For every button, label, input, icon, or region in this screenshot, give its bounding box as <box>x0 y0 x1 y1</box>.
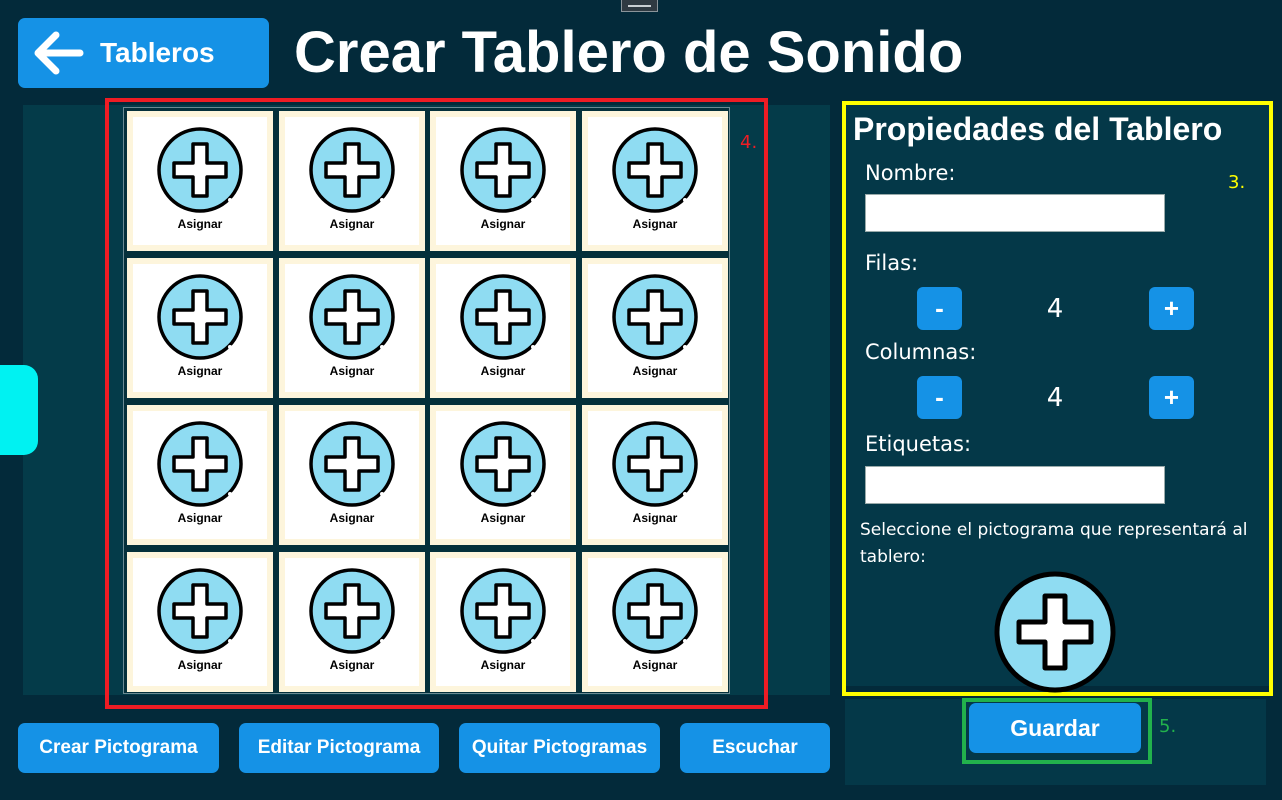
rows-label: Filas: <box>865 251 919 275</box>
back-to-boards-button[interactable]: Tableros <box>18 18 269 88</box>
tags-label: Etiquetas: <box>865 432 972 456</box>
columns-label: Columnas: <box>865 340 977 364</box>
tags-input[interactable] <box>865 466 1165 504</box>
page-title: Crear Tablero de Sonido <box>294 20 964 85</box>
columns-increment-button[interactable]: + <box>1149 376 1194 419</box>
annotation-box-board <box>105 98 768 709</box>
create-pictogram-button[interactable]: Crear Pictograma <box>18 723 219 773</box>
side-panel-toggle[interactable] <box>0 365 38 455</box>
remove-pictograms-button[interactable]: Quitar Pictogramas <box>459 723 660 773</box>
rows-decrement-button[interactable]: - <box>917 287 962 330</box>
listen-button[interactable]: Escuchar <box>680 723 830 773</box>
columns-value: 4 <box>1046 383 1064 413</box>
arrow-left-icon <box>34 31 84 75</box>
pictogram-hint: Seleccione el pictograma que representar… <box>860 520 1248 567</box>
board-pictogram-add-icon[interactable] <box>993 570 1117 694</box>
rows-value: 4 <box>1046 294 1064 324</box>
annotation-label-board: 4. <box>740 132 758 153</box>
back-button-label: Tableros <box>100 37 215 68</box>
edit-pictogram-button[interactable]: Editar Pictograma <box>239 723 439 773</box>
annotation-label-properties: 3. <box>1228 172 1246 193</box>
properties-title: Propiedades del Tablero <box>853 111 1223 147</box>
annotation-box-save <box>962 698 1152 764</box>
name-input[interactable] <box>865 194 1165 232</box>
columns-decrement-button[interactable]: - <box>917 376 962 419</box>
rows-increment-button[interactable]: + <box>1149 287 1194 330</box>
name-label: Nombre: <box>865 161 956 185</box>
window-drag-handle[interactable] <box>621 0 658 12</box>
annotation-label-save: 5. <box>1159 716 1177 737</box>
